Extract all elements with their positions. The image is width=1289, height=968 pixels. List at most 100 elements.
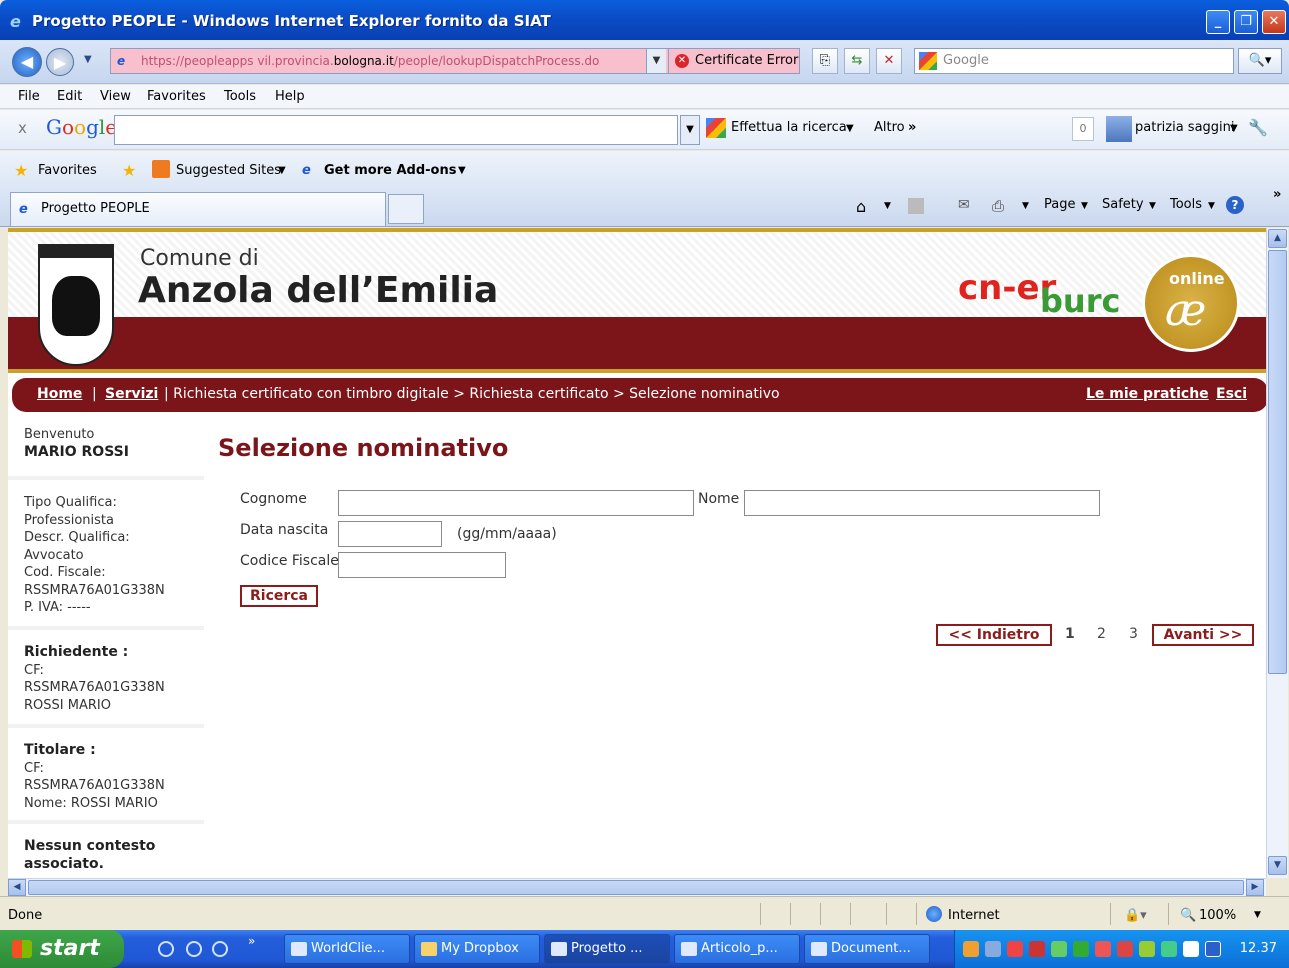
mail-icon[interactable]: ✉ — [958, 197, 970, 213]
back-button[interactable]: ◀ — [12, 47, 42, 77]
protected-mode-icon[interactable]: 🔒▾ — [1124, 908, 1147, 923]
vertical-scroll-thumb[interactable] — [1268, 250, 1287, 674]
le-mie-pratiche-link[interactable]: Le mie pratiche — [1086, 378, 1209, 410]
data-nascita-input[interactable] — [338, 521, 442, 547]
tray-icon[interactable] — [1029, 941, 1045, 957]
chevron-down-icon[interactable]: ▼ — [1081, 201, 1088, 211]
taskbar-item[interactable]: WorldClie... — [284, 934, 410, 964]
taskbar-item[interactable]: Document... — [804, 934, 930, 964]
start-button[interactable]: start — [0, 930, 124, 968]
wrench-icon[interactable]: 🔧 — [1248, 118, 1268, 137]
tray-icon[interactable] — [1139, 941, 1155, 957]
tray-icon[interactable] — [963, 941, 979, 957]
scroll-up-icon[interactable]: ▲ — [1268, 229, 1287, 248]
chevron-down-icon[interactable]: ▼ — [278, 165, 286, 176]
menu-edit[interactable]: Edit — [57, 89, 82, 104]
close-button[interactable]: ✕ — [1262, 10, 1286, 34]
home-link[interactable]: Home — [37, 378, 82, 410]
zoom-icon[interactable]: 🔍 — [1180, 908, 1196, 923]
restore-button[interactable]: ❐ — [1234, 10, 1258, 34]
google-search-input[interactable] — [114, 115, 678, 145]
tray-icon[interactable] — [985, 941, 1001, 957]
address-dropdown-icon[interactable]: ▼ — [646, 49, 666, 73]
zoom-level[interactable]: 100% — [1199, 908, 1236, 923]
tray-icon[interactable] — [1051, 941, 1067, 957]
add-favorite-icon[interactable]: ★ — [122, 161, 136, 180]
indietro-button[interactable]: << Indietro — [936, 624, 1052, 646]
horizontal-scroll-thumb[interactable] — [28, 880, 1244, 895]
chevron-down-icon[interactable]: ▼ — [458, 165, 466, 176]
google-dropdown-icon[interactable]: ▼ — [680, 115, 700, 145]
page-3[interactable]: 3 — [1129, 626, 1138, 642]
tray-icon[interactable] — [1161, 941, 1177, 957]
menu-help[interactable]: Help — [275, 89, 305, 104]
double-chevron-icon[interactable]: » — [908, 120, 916, 135]
taskbar-item[interactable]: Articolo_p... — [674, 934, 800, 964]
more-commands-icon[interactable]: » — [1273, 187, 1281, 202]
print-icon[interactable]: ⎙ — [992, 197, 1004, 215]
suggested-sites-link[interactable]: Suggested Sites — [176, 163, 281, 178]
ie-quicklaunch-icon[interactable] — [186, 941, 202, 957]
favorites-button[interactable]: Favorites — [38, 163, 97, 178]
forward-button[interactable]: ▶ — [46, 48, 74, 76]
certificate-error-button[interactable]: ✕ Certificate Error — [668, 48, 800, 74]
avatar[interactable] — [1106, 116, 1132, 142]
menu-file[interactable]: File — [18, 89, 40, 104]
chevron-down-icon[interactable]: ▼ — [1254, 910, 1261, 920]
codice-fiscale-input[interactable] — [338, 552, 506, 578]
address-bar[interactable]: e https://peopleapps vil.provincia.bolog… — [110, 48, 670, 74]
refresh-icon[interactable]: ⇆ — [844, 48, 870, 74]
scroll-right-icon[interactable]: ▶ — [1246, 879, 1264, 896]
compatibility-icon[interactable]: ⎘ — [812, 48, 838, 74]
taskbar-item[interactable]: My Dropbox — [414, 934, 540, 964]
google-user[interactable]: patrizia saggini — [1135, 120, 1235, 135]
feeds-icon[interactable] — [908, 198, 924, 214]
chevron-down-icon[interactable]: ▼ — [846, 123, 854, 134]
chevron-down-icon[interactable]: ▼ — [884, 201, 891, 211]
safety-menu[interactable]: Safety — [1102, 197, 1144, 212]
vertical-scrollbar[interactable]: ▲ ▼ — [1266, 228, 1288, 878]
altro-button[interactable]: Altro — [874, 120, 905, 135]
nome-input[interactable] — [744, 490, 1100, 516]
language-icon[interactable] — [1205, 941, 1221, 957]
page-menu[interactable]: Page — [1044, 197, 1075, 212]
menu-tools[interactable]: Tools — [224, 89, 256, 104]
tray-icon[interactable] — [1095, 941, 1111, 957]
minimize-button[interactable]: _ — [1206, 10, 1230, 34]
chevron-down-icon[interactable]: ▼ — [1230, 123, 1238, 134]
tab-progetto-people[interactable]: e Progetto PEOPLE — [10, 192, 386, 226]
new-tab-button[interactable] — [388, 194, 424, 224]
chevron-down-icon[interactable]: ▼ — [1208, 201, 1215, 211]
menu-favorites[interactable]: Favorites — [147, 89, 206, 104]
tray-icon[interactable] — [1183, 941, 1199, 957]
double-chevron-icon[interactable]: » — [248, 934, 255, 948]
search-button[interactable]: 🔍▾ — [1238, 48, 1282, 74]
taskbar-item[interactable]: Progetto ... — [544, 934, 670, 964]
chevron-down-icon[interactable]: ▼ — [1022, 201, 1029, 211]
search-input[interactable]: Google — [914, 48, 1234, 74]
addons-link[interactable]: Get more Add-ons — [324, 163, 456, 178]
avanti-button[interactable]: Avanti >> — [1152, 624, 1254, 646]
tray-icon[interactable] — [1117, 941, 1133, 957]
ricerca-button[interactable]: Ricerca — [240, 585, 318, 607]
scroll-left-icon[interactable]: ◀ — [8, 879, 26, 896]
close-toolbar-icon[interactable]: x — [18, 119, 27, 137]
history-dropdown-icon[interactable]: ▼ — [84, 54, 92, 65]
tray-icon[interactable] — [1007, 941, 1023, 957]
google-search-button[interactable]: Effettua la ricerca — [731, 120, 847, 135]
stop-icon[interactable]: ✕ — [876, 48, 902, 74]
page-2[interactable]: 2 — [1097, 626, 1106, 642]
cognome-input[interactable] — [338, 490, 694, 516]
ie-quicklaunch-icon[interactable] — [158, 941, 174, 957]
tools-menu[interactable]: Tools — [1170, 197, 1202, 212]
esci-link[interactable]: Esci — [1216, 378, 1247, 410]
home-icon[interactable]: ⌂ — [856, 197, 866, 216]
tray-icon[interactable] — [1073, 941, 1089, 957]
horizontal-scrollbar[interactable]: ◀ ▶ — [8, 878, 1266, 896]
help-icon[interactable]: ? — [1226, 196, 1244, 214]
servizi-link[interactable]: Servizi — [105, 378, 158, 410]
chevron-down-icon[interactable]: ▼ — [1149, 201, 1156, 211]
ie-quicklaunch-icon[interactable] — [212, 941, 228, 957]
menu-view[interactable]: View — [100, 89, 131, 104]
scroll-down-icon[interactable]: ▼ — [1268, 856, 1287, 875]
